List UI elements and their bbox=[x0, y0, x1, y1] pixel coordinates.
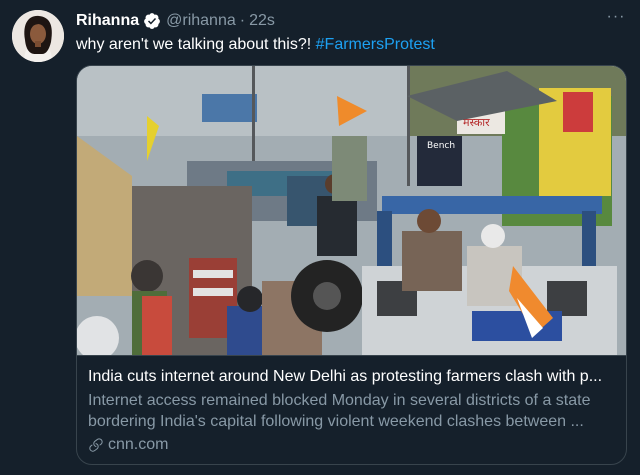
tweet[interactable]: Rihanna @rihanna · 22s ··· why aren't we… bbox=[0, 0, 640, 475]
link-card[interactable]: मस्कार Bench India cuts internet around … bbox=[76, 65, 627, 465]
card-description-line: bordering India's capital following viol… bbox=[88, 413, 584, 430]
protest-photo: मस्कार Bench bbox=[77, 66, 626, 355]
link-icon bbox=[89, 438, 103, 452]
separator-dot: · bbox=[239, 12, 246, 29]
author-name[interactable]: Rihanna bbox=[76, 12, 139, 30]
card-domain[interactable]: cnn.com bbox=[88, 436, 168, 454]
tweet-text: why aren't we talking about this?! #Farm… bbox=[76, 36, 435, 54]
tweet-time[interactable]: 22s bbox=[249, 12, 275, 30]
card-text[interactable]: India cuts internet around New Delhi as … bbox=[77, 355, 626, 464]
more-icon[interactable]: ··· bbox=[604, 9, 628, 30]
tweet-body: why aren't we talking about this?! bbox=[76, 36, 312, 53]
hashtag-link[interactable]: #FarmersProtest bbox=[316, 36, 435, 53]
avatar-image bbox=[12, 10, 64, 62]
author-handle[interactable]: @rihanna bbox=[166, 12, 236, 30]
card-title[interactable]: India cuts internet around New Delhi as … bbox=[88, 368, 618, 386]
banner-text: Bench bbox=[427, 141, 455, 151]
card-image[interactable]: मस्कार Bench bbox=[77, 66, 626, 355]
card-domain-text: cnn.com bbox=[108, 436, 169, 453]
verified-badge-icon bbox=[144, 13, 160, 29]
card-description-line: Internet access remained blocked Monday … bbox=[88, 392, 591, 409]
avatar[interactable] bbox=[12, 10, 64, 62]
tweet-header: Rihanna @rihanna · 22s bbox=[76, 11, 275, 31]
card-description: Internet access remained blocked Monday … bbox=[88, 390, 618, 432]
